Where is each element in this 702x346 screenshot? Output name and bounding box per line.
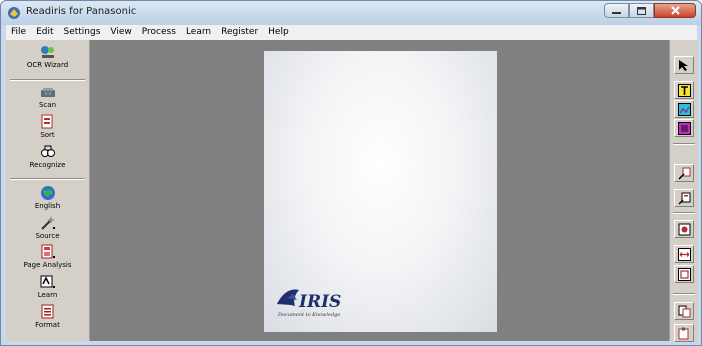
recognize-button[interactable]: Recognize: [6, 144, 89, 169]
zone-order-icon: [678, 223, 690, 235]
svg-text:Document to Knowledge: Document to Knowledge: [277, 312, 340, 318]
sort-button[interactable]: Sort: [6, 114, 89, 139]
app-window: Readiris for Panasonic File Edit Setting…: [0, 0, 702, 346]
iris-bird-icon: IRIS Document to Knowledge: [277, 289, 341, 318]
format-icon: [41, 304, 53, 319]
ocr-wizard-button[interactable]: OCR Wizard: [6, 44, 89, 69]
graphic-zone-button[interactable]: [674, 119, 694, 137]
sidebar-divider: [10, 178, 85, 180]
fit-page-button[interactable]: [674, 265, 694, 283]
page-analysis-button[interactable]: Page Analysis: [6, 244, 89, 269]
readiris-app-icon: [8, 7, 20, 19]
fit-width-icon: [677, 247, 691, 261]
format-label: Format: [35, 321, 60, 329]
close-icon: [670, 6, 680, 15]
menu-process[interactable]: Process: [137, 25, 181, 40]
image-zone-button[interactable]: [674, 100, 694, 118]
sidebar-divider: [10, 79, 85, 81]
link-zones-button[interactable]: [674, 164, 694, 182]
language-label: English: [34, 202, 61, 210]
menu-bar: File Edit Settings View Process Learn Re…: [6, 25, 697, 40]
toolbar-divider: [673, 293, 695, 295]
globe-icon: [40, 186, 55, 200]
link-zones-icon: [677, 167, 690, 180]
paste-zone-button[interactable]: [674, 324, 694, 342]
iris-logo: IRIS Document to Knowledge: [273, 278, 353, 318]
ocr-wizard-label: OCR Wizard: [26, 61, 69, 69]
minimize-button[interactable]: [604, 3, 629, 18]
page-analysis-label: Page Analysis: [23, 261, 72, 269]
text-zone-button[interactable]: [674, 81, 694, 99]
toolbar-divider: [673, 143, 695, 145]
unlink-zones-icon: [677, 192, 690, 205]
unlink-zones-button[interactable]: [674, 189, 694, 207]
scan-label: Scan: [38, 101, 57, 109]
toolbar-divider: [673, 212, 695, 214]
svg-text:IRIS: IRIS: [298, 292, 341, 312]
learn-label: Learn: [37, 291, 58, 299]
menu-edit[interactable]: Edit: [31, 25, 58, 40]
document-page[interactable]: IRIS Document to Knowledge: [264, 51, 497, 332]
fit-width-button[interactable]: [674, 245, 694, 263]
menu-learn[interactable]: Learn: [181, 25, 216, 40]
pointer-arrow-icon: [679, 60, 688, 71]
page-analysis-icon: [41, 244, 55, 259]
window-title: Readiris for Panasonic: [26, 6, 137, 17]
source-wand-icon: [40, 216, 55, 230]
menu-view[interactable]: View: [105, 25, 136, 40]
format-button[interactable]: Format: [6, 304, 89, 329]
maximize-button[interactable]: [629, 3, 654, 18]
source-button[interactable]: Source: [6, 215, 89, 240]
graphic-zone-icon: [677, 121, 691, 135]
learn-icon: [40, 275, 55, 288]
learn-button[interactable]: Learn: [6, 274, 89, 299]
copy-zone-button[interactable]: [674, 302, 694, 320]
recognize-label: Recognize: [29, 161, 66, 169]
workspace: OCR Wizard Scan Sort Recognize English S…: [6, 40, 698, 342]
menu-file[interactable]: File: [6, 25, 31, 40]
source-label: Source: [35, 232, 60, 240]
menu-help[interactable]: Help: [263, 25, 294, 40]
zone-order-button[interactable]: [674, 220, 694, 238]
title-bar[interactable]: Readiris for Panasonic: [1, 1, 701, 25]
menu-register[interactable]: Register: [216, 25, 263, 40]
scan-button[interactable]: Scan: [6, 84, 89, 109]
language-button[interactable]: English: [6, 185, 89, 210]
image-zone-icon: [677, 102, 691, 116]
window-controls: [604, 3, 696, 19]
menu-settings[interactable]: Settings: [59, 25, 106, 40]
fit-page-icon: [677, 267, 691, 281]
sort-pages-icon: [41, 114, 52, 129]
recognize-glasses-icon: [40, 145, 55, 157]
scanner-icon: [40, 88, 55, 97]
paste-zone-icon: [678, 327, 688, 339]
left-toolbar: OCR Wizard Scan Sort Recognize English S…: [6, 40, 90, 341]
pointer-tool-button[interactable]: [674, 56, 694, 74]
right-toolbar: [669, 40, 698, 342]
maximize-icon: [637, 6, 646, 15]
text-zone-icon: [677, 83, 691, 97]
close-button[interactable]: [654, 3, 696, 18]
minimize-icon: [612, 11, 621, 14]
sort-label: Sort: [40, 131, 55, 139]
ocr-wizard-icon: [40, 46, 54, 58]
copy-zone-icon: [678, 305, 690, 317]
